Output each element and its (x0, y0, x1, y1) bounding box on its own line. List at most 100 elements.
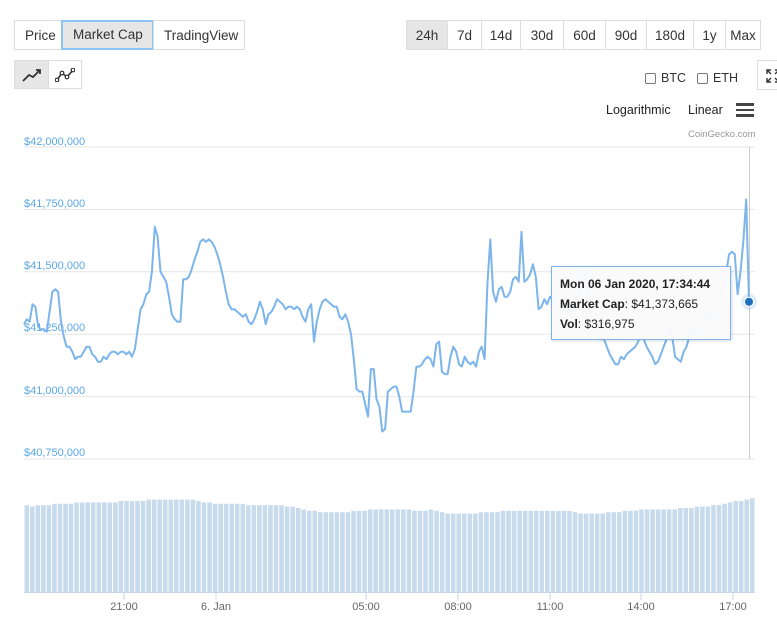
volume-bar (711, 505, 716, 592)
volume-bar (572, 512, 578, 592)
volume-bar (683, 508, 689, 592)
volume-bar (650, 509, 655, 592)
volume-bar (661, 509, 666, 592)
volume-bar (484, 512, 489, 592)
volume-bar (578, 513, 583, 592)
tooltip-cap-value: $41,373,665 (631, 297, 699, 311)
volume-bar (666, 509, 672, 592)
volume-bar (412, 510, 417, 592)
volume-bar (528, 510, 533, 592)
volume-bar (633, 510, 639, 592)
volume-bar (417, 510, 423, 592)
volume-bar (24, 505, 30, 592)
tooltip-vol-label: Vol (560, 317, 578, 331)
volume-bar (284, 506, 290, 592)
volume-bar (190, 499, 196, 592)
volume-bar (102, 502, 107, 592)
volume-bar (90, 502, 96, 592)
volume-bar (556, 510, 561, 592)
volume-bar (290, 506, 295, 592)
volume-bar (539, 510, 545, 592)
volume-bar (367, 509, 373, 592)
volume-bar (30, 506, 35, 592)
volume-bar (57, 503, 63, 592)
volume-bar (157, 499, 162, 592)
volume-bar (262, 505, 268, 592)
volume-bar (218, 503, 223, 592)
volume-bar (140, 501, 146, 592)
volume-bar (113, 502, 118, 592)
volume-bar (495, 512, 500, 592)
x-tick-label: 11:00 (536, 601, 564, 613)
volume-bar (434, 510, 439, 592)
volume-bar (384, 509, 389, 592)
volume-bar (295, 508, 301, 592)
volume-bar (340, 512, 345, 592)
volume-bar (68, 503, 74, 592)
volume-bar (41, 505, 46, 592)
volume-bar (356, 510, 362, 592)
tooltip-vol-value: $316,975 (584, 317, 635, 331)
volume-bar (689, 508, 694, 592)
volume-bar (600, 513, 605, 592)
volume-bar (401, 509, 406, 592)
volume-bar (135, 501, 140, 592)
volume-bar (617, 512, 622, 592)
volume-bar (506, 510, 511, 592)
volume-bar (273, 505, 279, 592)
volume-bar (428, 509, 434, 592)
volume-bar (174, 499, 179, 592)
volume-bar (589, 513, 594, 592)
tooltip-date: Mon 06 Jan 2020, 17:34:44 (560, 277, 711, 291)
volume-bar (323, 512, 329, 592)
volume-bar (655, 509, 661, 592)
volume-bar (511, 510, 517, 592)
volume-bar (246, 505, 251, 592)
volume-bar (129, 501, 135, 592)
x-tick-label: 14:00 (627, 601, 655, 613)
volume-bar (118, 501, 124, 592)
volume-bar (168, 499, 174, 592)
volume-bar (473, 513, 478, 592)
volume-bar (362, 510, 367, 592)
volume-bar (733, 501, 738, 592)
x-tick-label: 05:00 (352, 601, 380, 613)
volume-bar (351, 510, 356, 592)
hover-marker (744, 296, 754, 307)
tooltip-cap-label: Market Cap (560, 297, 625, 311)
volume-bar (450, 513, 456, 592)
volume-bar (406, 509, 412, 592)
volume-bar (644, 509, 650, 592)
volume-bar (628, 510, 633, 592)
volume-bar (229, 503, 234, 592)
volume-bar (107, 502, 113, 592)
volume-bar (738, 501, 744, 592)
volume-bar (306, 510, 312, 592)
volume-bar (63, 503, 68, 592)
volume-bar (594, 513, 600, 592)
volume-bar (489, 512, 495, 592)
volume-bar (722, 503, 727, 592)
volume-bar (52, 503, 57, 592)
volume-bar (207, 502, 212, 592)
volume-bar (212, 503, 218, 592)
volume-bar (439, 512, 445, 592)
volume-bar (257, 505, 262, 592)
volume-bar (124, 501, 129, 592)
chart-tooltip: Mon 06 Jan 2020, 17:34:44 Market Cap: $4… (551, 266, 731, 340)
x-tick-label: 17:00 (719, 601, 747, 613)
volume-bar (301, 509, 306, 592)
volume-bar (185, 499, 190, 592)
volume-bar (85, 502, 90, 592)
volume-bar (456, 513, 461, 592)
volume-bar (716, 505, 722, 592)
volume-bar (749, 498, 755, 592)
volume-bar (223, 503, 229, 592)
x-tick-label: 08:00 (444, 601, 472, 613)
volume-bar (151, 499, 157, 592)
volume-bar (395, 509, 401, 592)
volume-bar (345, 512, 351, 592)
x-tick-label: 21:00 (110, 601, 138, 613)
volume-bar (201, 502, 207, 592)
volume-bar (79, 502, 85, 592)
